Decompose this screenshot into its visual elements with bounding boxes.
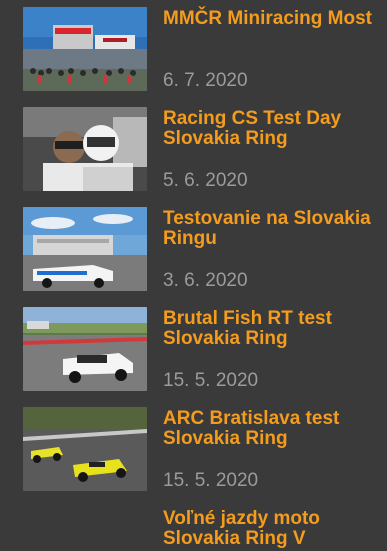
article-date: 15. 5. 2020 — [163, 470, 259, 491]
race-track-crowd-photo-icon — [23, 7, 147, 91]
article-title[interactable]: Testovanie na Slovakia Ringu — [163, 209, 385, 249]
article-date: 6. 7. 2020 — [163, 70, 248, 91]
article-thumbnail[interactable] — [23, 207, 147, 291]
list-item[interactable]: Voľné jazdy moto Slovakia Ring V — [0, 500, 387, 551]
drivers-helmets-photo-icon — [23, 107, 147, 191]
list-item[interactable]: MMČR Miniracing Most 6. 7. 2020 — [0, 0, 387, 100]
article-date: 3. 6. 2020 — [163, 270, 248, 291]
list-item[interactable]: Brutal Fish RT test Slovakia Ring 15. 5.… — [0, 300, 387, 400]
article-thumbnail[interactable] — [23, 407, 147, 491]
article-date: 5. 6. 2020 — [163, 170, 248, 191]
race-car-pitlane-photo-icon — [23, 207, 147, 291]
list-item[interactable]: ARC Bratislava test Slovakia Ring 15. 5.… — [0, 400, 387, 500]
yellow-prototypes-photo-icon — [23, 407, 147, 491]
article-thumbnail[interactable] — [23, 307, 147, 391]
article-thumbnail[interactable] — [23, 107, 147, 191]
article-title[interactable]: ARC Bratislava test Slovakia Ring — [163, 409, 385, 449]
article-title[interactable]: Voľné jazdy moto Slovakia Ring V — [163, 509, 385, 549]
article-thumbnail[interactable] — [23, 7, 147, 91]
white-race-car-photo-icon — [23, 307, 147, 391]
article-date: 15. 5. 2020 — [163, 370, 259, 391]
article-title[interactable]: Brutal Fish RT test Slovakia Ring — [163, 309, 385, 349]
list-item[interactable]: Racing CS Test Day Slovakia Ring 5. 6. 2… — [0, 100, 387, 200]
article-title[interactable]: MMČR Miniracing Most — [163, 9, 385, 29]
list-item[interactable]: Testovanie na Slovakia Ringu 3. 6. 2020 — [0, 200, 387, 300]
article-title[interactable]: Racing CS Test Day Slovakia Ring — [163, 109, 385, 149]
article-list: MMČR Miniracing Most 6. 7. 2020 Racing C… — [0, 0, 387, 551]
